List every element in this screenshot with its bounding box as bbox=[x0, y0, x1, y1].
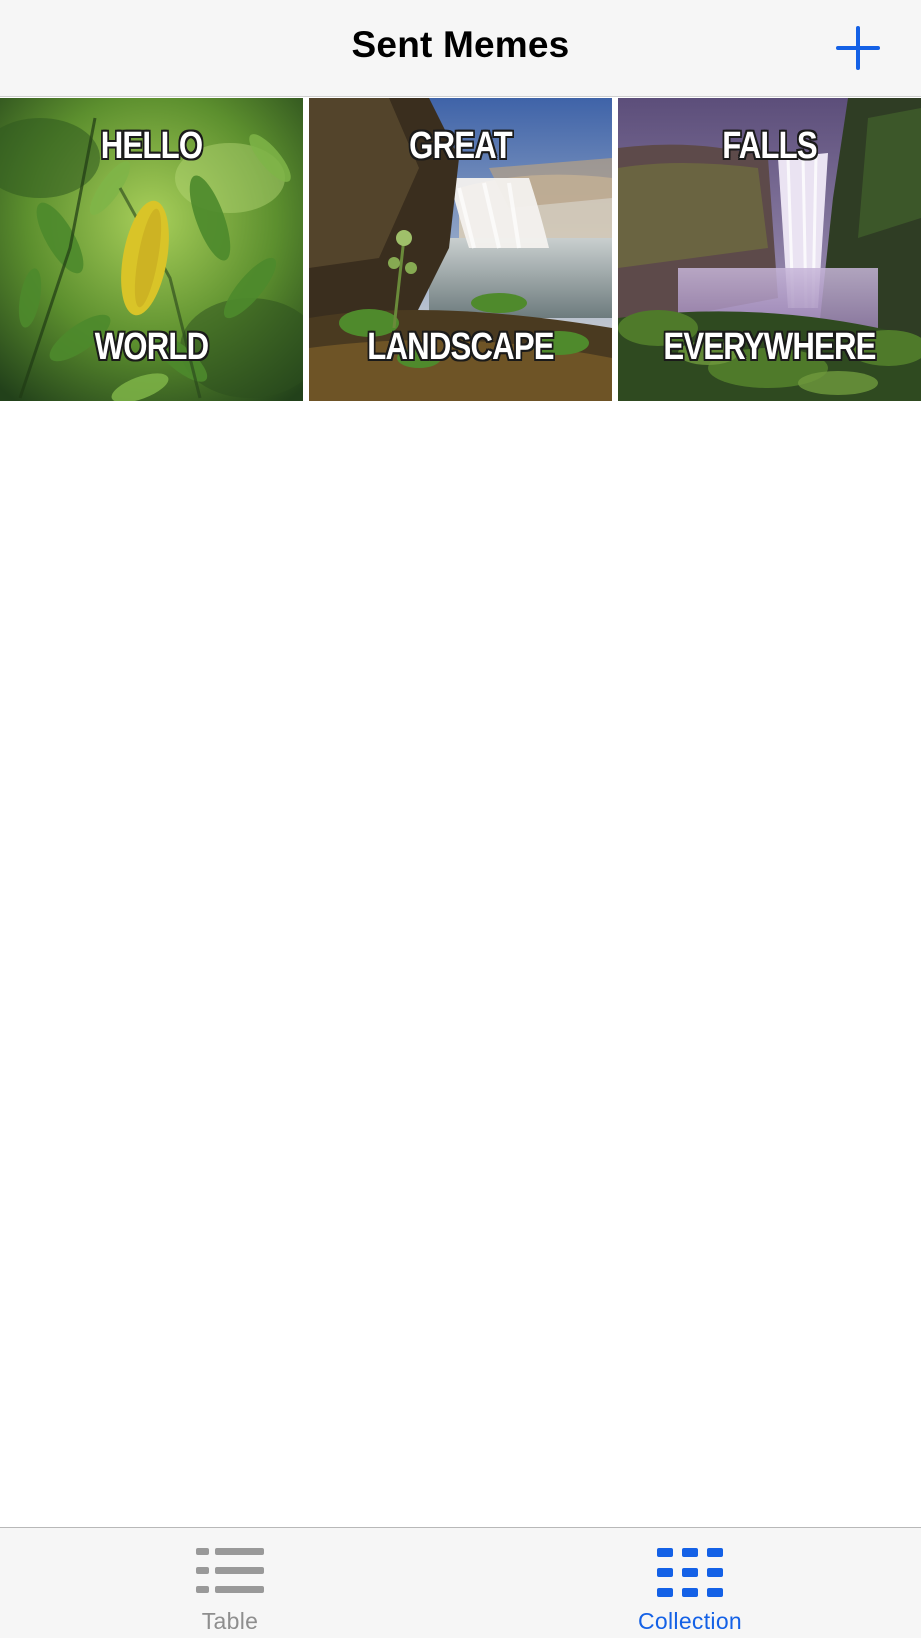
meme-top-text: GREAT bbox=[409, 125, 512, 167]
meme-cell[interactable]: HELLO WORLD bbox=[0, 98, 303, 401]
meme-bottom-text: EVERYWHERE bbox=[663, 326, 876, 368]
tab-table[interactable]: Table bbox=[0, 1528, 460, 1638]
add-meme-button[interactable] bbox=[832, 22, 884, 74]
meme-top-text: FALLS bbox=[722, 125, 817, 167]
meme-bottom-text: LANDSCAPE bbox=[367, 326, 554, 368]
meme-collection-grid: HELLO WORLD GREAT LANDSCAPE FALLS EVERYW… bbox=[0, 98, 921, 401]
navigation-bar: Sent Memes bbox=[0, 0, 921, 97]
tab-bar: Table Collection bbox=[0, 1527, 921, 1638]
grid-icon bbox=[657, 1546, 723, 1600]
list-icon bbox=[196, 1546, 264, 1598]
tab-collection-label: Collection bbox=[638, 1608, 742, 1634]
page-title: Sent Memes bbox=[351, 24, 570, 65]
tab-collection[interactable]: Collection bbox=[460, 1528, 920, 1638]
meme-bottom-text: WORLD bbox=[94, 326, 209, 368]
meme-cell[interactable]: GREAT LANDSCAPE bbox=[309, 98, 612, 401]
meme-top-text: HELLO bbox=[100, 125, 203, 167]
meme-cell[interactable]: FALLS EVERYWHERE bbox=[618, 98, 921, 401]
plus-icon bbox=[836, 26, 880, 70]
tab-table-label: Table bbox=[201, 1608, 259, 1634]
